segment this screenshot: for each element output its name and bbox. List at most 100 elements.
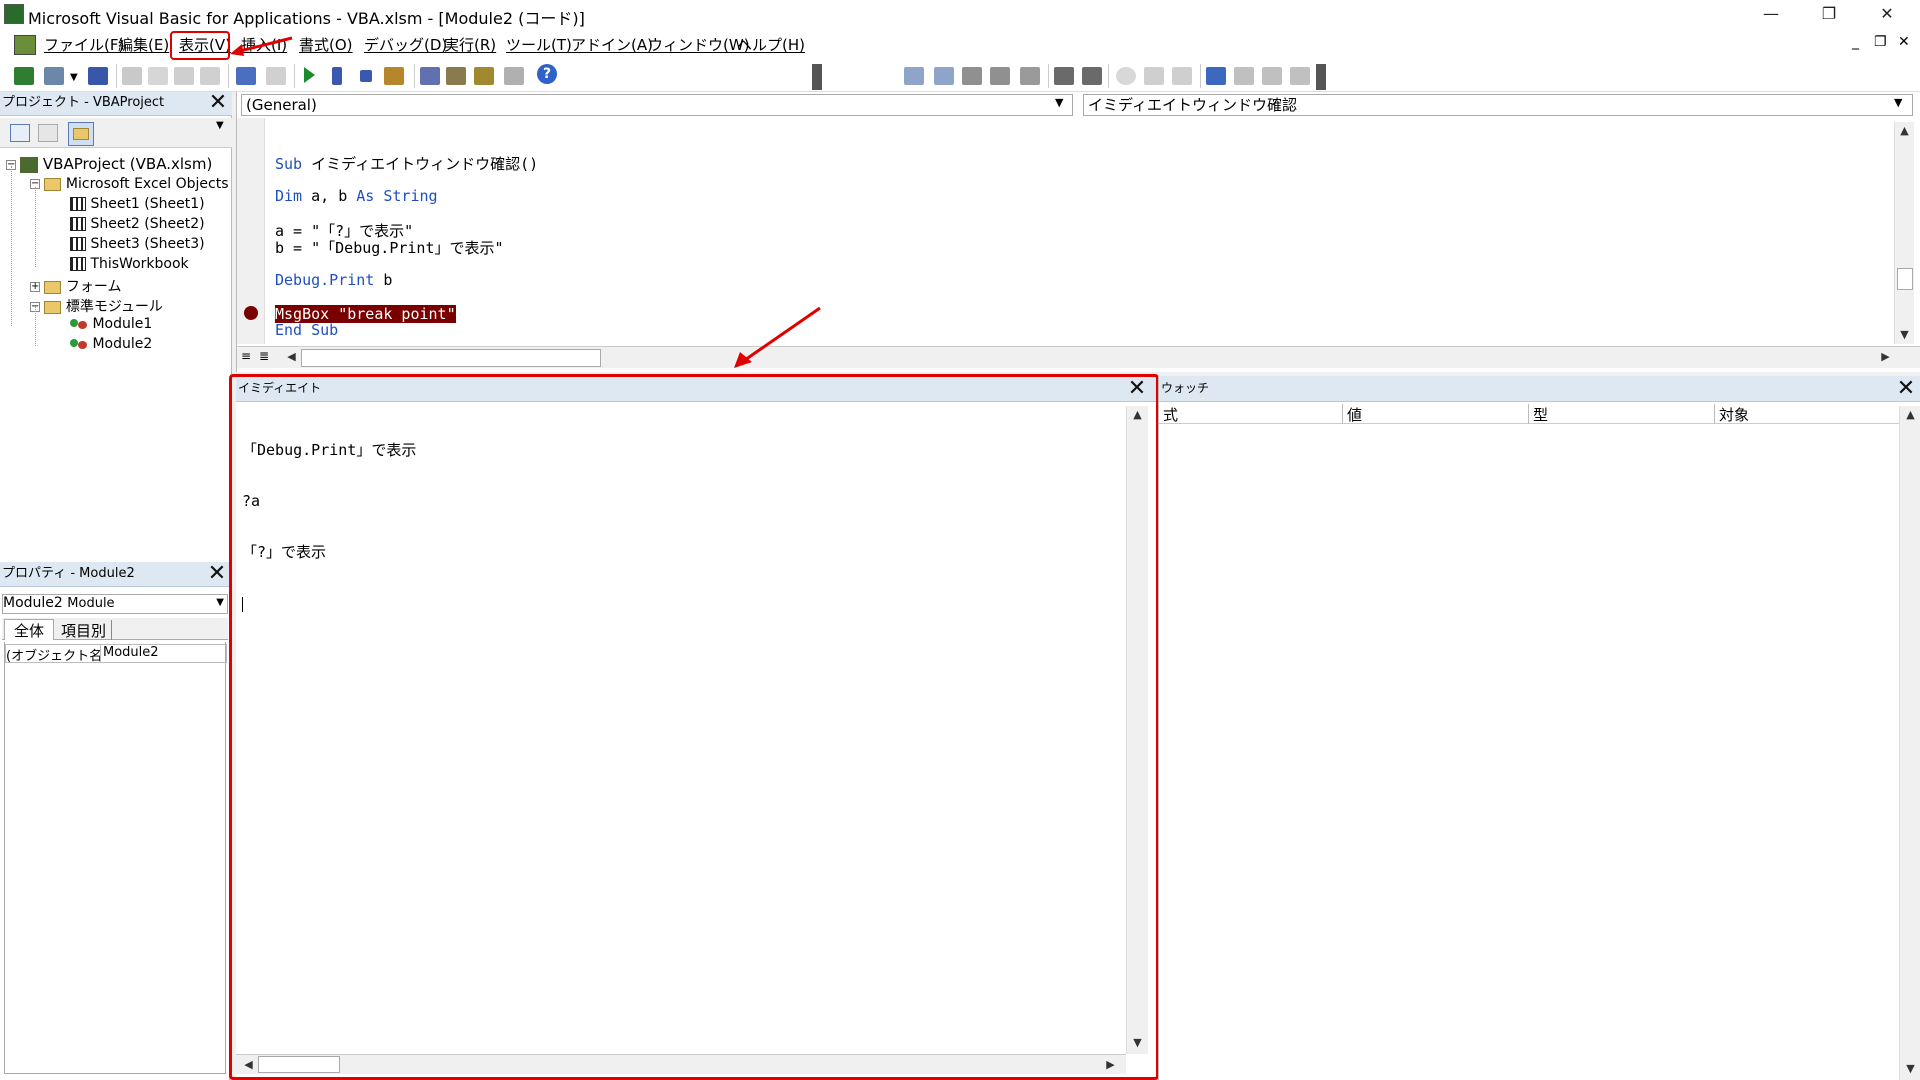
menu-tools[interactable]: ツール(T) xyxy=(506,34,572,55)
minimize-button[interactable]: — xyxy=(1742,0,1800,30)
code-vertical-scrollbar[interactable]: ▲ ▼ xyxy=(1894,122,1914,344)
watch-col-expression[interactable]: 式 xyxy=(1161,404,1343,424)
tab-categorized[interactable]: 項目別 xyxy=(56,620,112,640)
toolbar-grip[interactable] xyxy=(812,64,822,90)
pause-icon[interactable] xyxy=(332,67,342,85)
scroll-thumb[interactable] xyxy=(258,1056,340,1073)
scroll-up-icon[interactable]: ▲ xyxy=(1902,408,1919,421)
project-explorer-icon[interactable] xyxy=(420,67,440,85)
view-code-icon[interactable] xyxy=(10,124,30,142)
property-value[interactable]: Module2 xyxy=(101,644,227,663)
find-icon[interactable] xyxy=(200,67,220,85)
tree-item-sheet1[interactable]: Sheet1 (Sheet1) xyxy=(70,196,205,212)
scroll-down-icon[interactable]: ▼ xyxy=(1902,1062,1919,1075)
restore-button[interactable]: ❐ xyxy=(1800,0,1858,30)
undo-icon[interactable] xyxy=(236,67,256,85)
scroll-thumb[interactable] xyxy=(1897,268,1913,290)
property-name[interactable]: (オブジェクト名) xyxy=(5,644,101,663)
redo-icon[interactable] xyxy=(266,67,286,85)
full-module-view-icon[interactable]: ≣ xyxy=(259,349,269,363)
tree-item-vbaproject[interactable]: − VBAProject (VBA.xlsm) xyxy=(6,155,212,173)
chevron-down-icon[interactable]: ▼ xyxy=(1055,96,1063,109)
scroll-left-icon[interactable]: ◀ xyxy=(283,350,300,363)
object-select[interactable]: Module2 Module ▼ xyxy=(2,594,228,614)
tab-alphabetic[interactable]: 全体 xyxy=(4,619,54,640)
code-line-dim[interactable]: Dim a, b As String xyxy=(275,187,438,205)
tree-item-forms[interactable]: + フォーム xyxy=(30,276,122,296)
tree-item-modules[interactable]: − 標準モジュール xyxy=(30,296,163,316)
list-properties-icon[interactable] xyxy=(904,67,924,85)
comment-block-icon[interactable] xyxy=(1144,67,1164,85)
toggle-bookmark-icon[interactable] xyxy=(1206,67,1226,85)
copy-icon[interactable] xyxy=(148,67,168,85)
scroll-left-icon[interactable]: ◀ xyxy=(240,1058,257,1071)
tree-item-module1[interactable]: Module1 xyxy=(70,316,152,332)
tree-item-excel-objects[interactable]: − Microsoft Excel Objects xyxy=(30,176,229,192)
paste-icon[interactable] xyxy=(174,67,194,85)
tree-item-sheet2[interactable]: Sheet2 (Sheet2) xyxy=(70,216,205,232)
complete-word-icon[interactable] xyxy=(1020,67,1040,85)
watch-col-context[interactable]: 対象 xyxy=(1717,404,1899,424)
scroll-up-icon[interactable]: ▲ xyxy=(1129,408,1146,421)
next-bookmark-icon[interactable] xyxy=(1234,67,1254,85)
immediate-horizontal-scrollbar[interactable]: ◀ ▶ xyxy=(236,1054,1126,1074)
chevron-down-icon[interactable]: ▼ xyxy=(70,72,78,83)
list-constants-icon[interactable] xyxy=(934,67,954,85)
object-combo[interactable]: (General) xyxy=(241,94,1073,116)
toggle-folders-icon[interactable] xyxy=(68,122,94,146)
chevron-down-icon[interactable]: ▼ xyxy=(216,120,224,131)
watch-col-type[interactable]: 型 xyxy=(1531,404,1715,424)
mdi-minimize-button[interactable]: _ xyxy=(1852,34,1859,50)
quick-info-icon[interactable] xyxy=(962,67,982,85)
chevron-down-icon[interactable]: ▼ xyxy=(1894,96,1902,109)
insert-userform-icon[interactable] xyxy=(44,67,64,85)
menu-window[interactable]: ウィンドウ(W) xyxy=(648,34,750,55)
uncomment-block-icon[interactable] xyxy=(1172,67,1192,85)
code-line-assign-b[interactable]: b = "「Debug.Print」で表示" xyxy=(275,237,504,258)
scroll-right-icon[interactable]: ▶ xyxy=(1102,1058,1119,1071)
watch-col-value[interactable]: 値 xyxy=(1345,404,1529,424)
scroll-up-icon[interactable]: ▲ xyxy=(1896,124,1913,137)
mdi-restore-button[interactable]: ❐ xyxy=(1874,34,1887,50)
clear-bookmarks-icon[interactable] xyxy=(1290,67,1310,85)
watch-vertical-scrollbar[interactable]: ▲ ▼ xyxy=(1899,406,1920,1080)
view-excel-icon[interactable] xyxy=(14,67,34,85)
project-close-icon[interactable]: ✕ xyxy=(207,92,229,115)
tree-item-thisworkbook[interactable]: ThisWorkbook xyxy=(70,256,189,272)
expand-icon[interactable]: + xyxy=(30,282,40,292)
immediate-close-icon[interactable]: ✕ xyxy=(1126,378,1148,401)
tree-item-module2[interactable]: Module2 xyxy=(70,336,152,352)
tree-item-sheet3[interactable]: Sheet3 (Sheet3) xyxy=(70,236,205,252)
run-icon[interactable] xyxy=(304,67,315,83)
scroll-down-icon[interactable]: ▼ xyxy=(1129,1036,1146,1049)
close-button[interactable]: ✕ xyxy=(1858,0,1916,30)
scroll-right-icon[interactable]: ▶ xyxy=(1877,350,1894,363)
view-object-icon[interactable] xyxy=(38,124,58,142)
horizontal-scroll-thumb[interactable] xyxy=(301,349,601,367)
parameter-info-icon[interactable] xyxy=(990,67,1010,85)
code-line-sub[interactable]: Sub イミディエイトウィンドウ確認() xyxy=(275,153,538,174)
menu-debug[interactable]: デバッグ(D) xyxy=(364,34,447,55)
properties-window-icon[interactable] xyxy=(446,67,466,85)
design-mode-icon[interactable] xyxy=(384,67,404,85)
properties-close-icon[interactable]: ✕ xyxy=(206,563,228,586)
procedure-combo[interactable]: イミディエイトウィンドウ確認 xyxy=(1083,94,1913,116)
procedure-view-icon[interactable]: ≡ xyxy=(241,349,251,363)
code-line-end-sub[interactable]: End Sub xyxy=(275,321,338,339)
code-line-debug-print[interactable]: Debug.Print b xyxy=(275,271,392,289)
outdent-icon[interactable] xyxy=(1082,67,1102,85)
scroll-down-icon[interactable]: ▼ xyxy=(1896,328,1913,341)
reset-icon[interactable] xyxy=(360,70,372,82)
cut-icon[interactable] xyxy=(122,67,142,85)
menu-run[interactable]: 実行(R) xyxy=(444,34,496,55)
breakpoint-icon[interactable] xyxy=(244,306,258,320)
save-icon[interactable] xyxy=(88,67,108,85)
immediate-vertical-scrollbar[interactable]: ▲ ▼ xyxy=(1126,406,1148,1054)
menu-addins[interactable]: アドイン(A) xyxy=(571,34,653,55)
menu-help[interactable]: ヘルプ(H) xyxy=(737,34,805,55)
toolbox-icon[interactable] xyxy=(504,67,524,85)
object-browser-icon[interactable] xyxy=(474,67,494,85)
help-icon[interactable]: ? xyxy=(537,64,557,84)
menu-edit[interactable]: 編集(E) xyxy=(118,34,169,55)
menu-file[interactable]: ファイル(F) xyxy=(44,34,124,55)
